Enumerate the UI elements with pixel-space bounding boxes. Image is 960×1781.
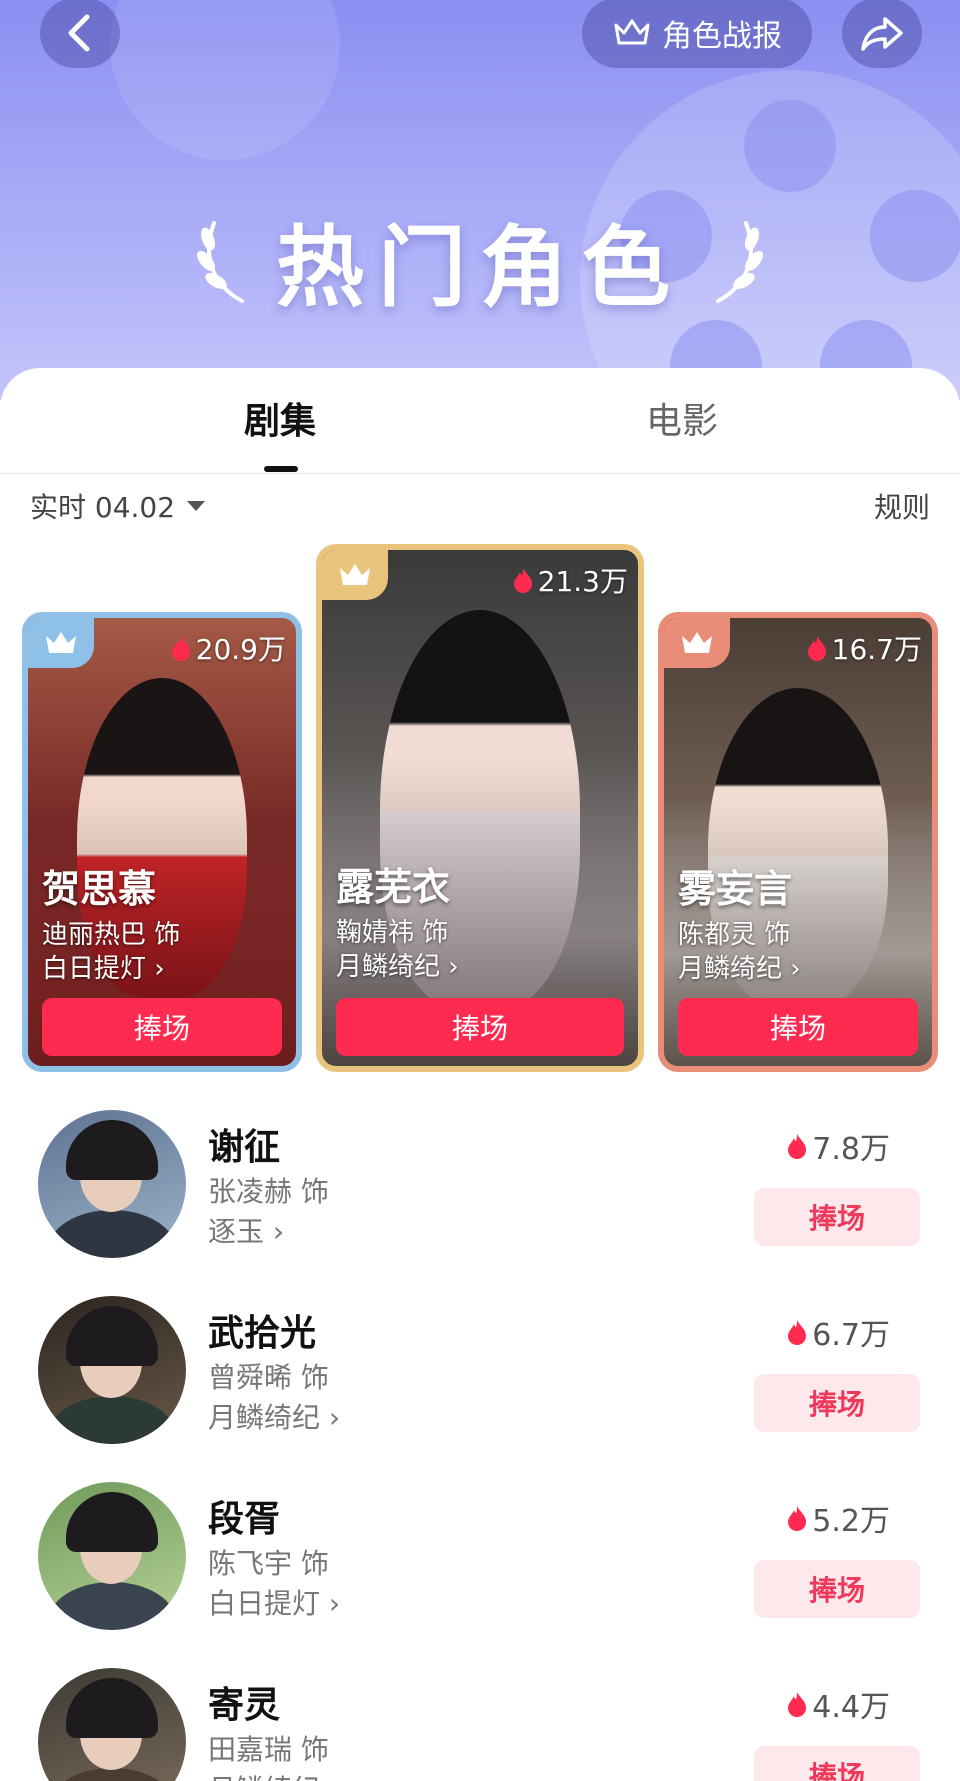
- top-card-rank-3[interactable]: 16.7万 雾妄言 陈都灵 饰 月鳞绮纪 › 捧场: [658, 612, 938, 1072]
- actor-name: 曾舜晞 饰: [208, 1361, 329, 1394]
- date-filter-label: 实时 04.02: [30, 491, 176, 524]
- chevron-left-icon: [68, 14, 90, 52]
- top-card-rank-2[interactable]: 20.9万 贺思慕 迪丽热巴 饰 白日提灯 › 捧场: [22, 612, 302, 1072]
- actor-name: 迪丽热巴 饰: [42, 920, 181, 950]
- flame-icon: [807, 636, 826, 661]
- list-item[interactable]: 谢征 张凌赫 饰 逐玉 › 7.8万 捧场: [0, 1110, 960, 1296]
- share-button[interactable]: [842, 0, 922, 68]
- support-button[interactable]: 捧场: [678, 998, 918, 1056]
- avatar: [38, 1482, 186, 1630]
- character-name: 雾妄言: [678, 867, 793, 911]
- actor-name: 陈都灵 饰: [678, 920, 791, 950]
- laurel-right-icon: [716, 221, 763, 303]
- heat-score: 7.8万: [786, 1124, 890, 1168]
- actor-name: 陈飞宇 饰: [208, 1547, 329, 1580]
- laurel-left-icon: [197, 221, 244, 303]
- actor-name: 鞠婧祎 饰: [336, 918, 449, 948]
- rank-crown-badge: [664, 618, 730, 668]
- show-link[interactable]: 白日提灯 ›: [42, 948, 165, 985]
- crown-icon: [614, 19, 650, 45]
- show-link[interactable]: 月鳞绮纪 ›: [336, 946, 459, 983]
- character-name: 露芜衣: [336, 865, 451, 909]
- support-button[interactable]: 捧场: [754, 1746, 920, 1781]
- avatar: [38, 1110, 186, 1258]
- date-filter-dropdown[interactable]: 实时 04.02: [30, 486, 207, 526]
- heat-score: 6.7万: [786, 1310, 890, 1354]
- film-disc-decoration: [110, 0, 340, 160]
- show-link[interactable]: 白日提灯 ›: [208, 1582, 340, 1622]
- header-banner: 角色战报 热门角色: [0, 0, 960, 400]
- support-button[interactable]: 捧场: [754, 1188, 920, 1246]
- actor-name: 张凌赫 饰: [208, 1175, 329, 1208]
- caret-down-icon: [187, 501, 206, 511]
- role-report-button[interactable]: 角色战报: [582, 0, 812, 68]
- heat-score: 5.2万: [786, 1496, 890, 1540]
- flame-icon: [788, 1506, 807, 1531]
- avatar: [38, 1668, 186, 1781]
- active-tab-indicator: [264, 466, 298, 472]
- flame-icon: [788, 1320, 807, 1345]
- character-name: 武拾光: [208, 1313, 317, 1354]
- filter-row: 实时 04.02 规则: [0, 486, 960, 538]
- category-tabs: 剧集 电影: [0, 368, 960, 474]
- page-title: 热门角色: [275, 215, 684, 319]
- actor-name: 田嘉瑞 饰: [208, 1733, 329, 1766]
- title-area: 热门角色: [0, 200, 960, 320]
- support-button[interactable]: 捧场: [754, 1560, 920, 1618]
- list-item[interactable]: 寄灵 田嘉瑞 饰 月鳞绮纪 › 4.4万 捧场: [0, 1668, 960, 1781]
- rank-crown-badge: [322, 550, 388, 600]
- list-item[interactable]: 段胥 陈飞宇 饰 白日提灯 › 5.2万 捧场: [0, 1482, 960, 1668]
- crown-icon: [340, 564, 370, 585]
- avatar: [38, 1296, 186, 1444]
- rules-link[interactable]: 规则: [874, 486, 930, 526]
- flame-icon: [513, 568, 532, 593]
- show-link[interactable]: 逐玉 ›: [208, 1210, 284, 1250]
- share-icon: [861, 17, 903, 51]
- show-link[interactable]: 月鳞绮纪 ›: [208, 1396, 340, 1436]
- back-button[interactable]: [40, 0, 120, 68]
- character-name: 谢征: [208, 1127, 281, 1168]
- heat-score: 21.3万: [512, 560, 628, 600]
- support-button[interactable]: 捧场: [336, 998, 624, 1056]
- character-name: 段胥: [208, 1499, 281, 1540]
- tab-series[interactable]: 剧集: [244, 392, 316, 444]
- top-card-rank-1[interactable]: 21.3万 露芜衣 鞠婧祎 饰 月鳞绮纪 › 捧场: [316, 544, 644, 1072]
- show-link[interactable]: 月鳞绮纪 ›: [208, 1768, 340, 1781]
- list-item[interactable]: 武拾光 曾舜晞 饰 月鳞绮纪 › 6.7万 捧场: [0, 1296, 960, 1482]
- flame-icon: [788, 1134, 807, 1159]
- character-name: 寄灵: [208, 1685, 281, 1726]
- flame-icon: [171, 636, 190, 661]
- heat-score: 4.4万: [786, 1682, 890, 1726]
- support-button[interactable]: 捧场: [754, 1374, 920, 1432]
- rank-crown-badge: [28, 618, 94, 668]
- character-name: 贺思慕: [42, 867, 157, 911]
- crown-icon: [682, 632, 712, 653]
- heat-score: 20.9万: [170, 628, 286, 668]
- tab-movie[interactable]: 电影: [646, 392, 718, 444]
- crown-icon: [46, 632, 76, 653]
- support-button[interactable]: 捧场: [42, 998, 282, 1056]
- role-report-label: 角色战报: [662, 19, 782, 54]
- flame-icon: [788, 1692, 807, 1717]
- heat-score: 16.7万: [806, 628, 922, 668]
- show-link[interactable]: 月鳞绮纪 ›: [678, 948, 801, 985]
